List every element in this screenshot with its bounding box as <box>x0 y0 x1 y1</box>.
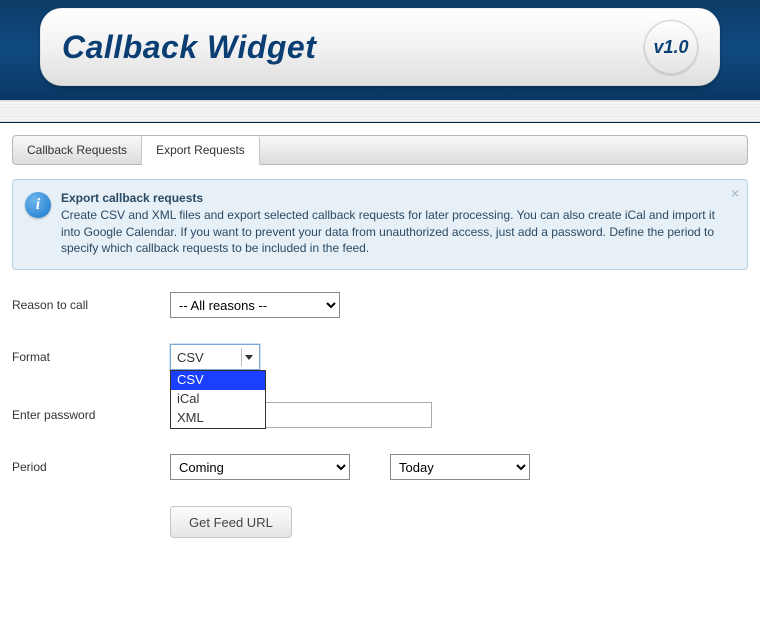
format-select[interactable]: CSV CSV iCal XML <box>170 344 260 370</box>
row-password: Enter password <box>12 402 748 428</box>
format-option-csv[interactable]: CSV <box>171 371 265 390</box>
format-select-value: CSV <box>177 350 204 365</box>
header-pill: Callback Widget v1.0 <box>40 8 720 86</box>
label-period: Period <box>12 454 170 474</box>
info-title: Export callback requests <box>61 190 719 207</box>
label-password: Enter password <box>12 402 170 422</box>
version-badge: v1.0 <box>644 20 698 74</box>
row-reason: Reason to call -- All reasons -- <box>12 292 748 318</box>
export-form: Reason to call -- All reasons -- Format … <box>12 292 748 538</box>
format-option-xml[interactable]: XML <box>171 409 265 428</box>
period-range-select[interactable]: Today <box>390 454 530 480</box>
info-text: Export callback requests Create CSV and … <box>61 190 719 257</box>
info-icon: i <box>25 192 51 218</box>
format-option-ical[interactable]: iCal <box>171 390 265 409</box>
chevron-down-icon <box>241 348 255 366</box>
close-icon[interactable]: × <box>731 186 739 200</box>
app-title: Callback Widget <box>62 29 316 66</box>
label-format: Format <box>12 344 170 364</box>
row-period: Period Coming Today <box>12 454 748 480</box>
period-direction-select[interactable]: Coming <box>170 454 350 480</box>
info-body: Create CSV and XML files and export sele… <box>61 207 719 257</box>
format-select-button[interactable]: CSV <box>170 344 260 370</box>
tab-bar: Callback Requests Export Requests <box>12 135 748 165</box>
reason-select[interactable]: -- All reasons -- <box>170 292 340 318</box>
get-feed-url-button[interactable]: Get Feed URL <box>170 506 292 538</box>
label-reason: Reason to call <box>12 292 170 312</box>
info-panel: i Export callback requests Create CSV an… <box>12 179 748 270</box>
content-area: Callback Requests Export Requests i Expo… <box>0 123 760 576</box>
header-separator <box>0 100 760 122</box>
app-header: Callback Widget v1.0 <box>0 0 760 123</box>
row-format: Format CSV CSV iCal XML <box>12 344 748 370</box>
tab-callback-requests[interactable]: Callback Requests <box>13 136 142 164</box>
format-dropdown-list: CSV iCal XML <box>170 370 266 429</box>
tab-export-requests[interactable]: Export Requests <box>142 136 260 165</box>
row-submit: Get Feed URL <box>12 506 748 538</box>
